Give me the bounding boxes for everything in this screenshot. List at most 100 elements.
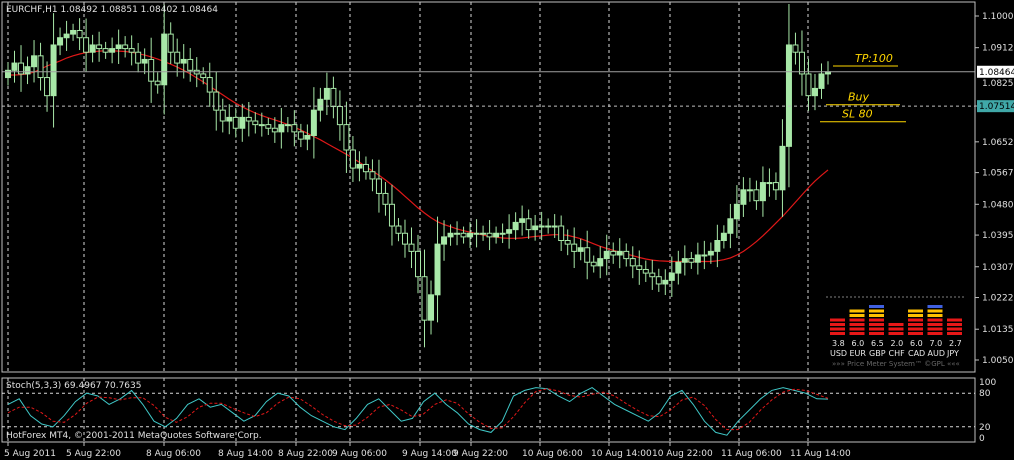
x-tick-label: 8 Aug 22:00 — [278, 449, 333, 459]
y-tick-label: 1.04800 — [982, 200, 1014, 210]
candle-body — [545, 225, 552, 228]
candle-body — [109, 48, 116, 53]
candle-body — [154, 80, 161, 86]
x-tick-label: 5 Aug 2011 — [4, 449, 56, 459]
price-meter-value: 7.0 — [930, 339, 943, 348]
y-tick-label: 1.10000 — [982, 12, 1014, 22]
candle-body — [759, 182, 766, 202]
x-tick-label: 9 Aug 14:00 — [402, 449, 457, 459]
stoch-y-tick-label: 100 — [979, 378, 996, 388]
candle-body — [512, 221, 519, 231]
candle-body — [362, 163, 369, 173]
symbol-info: EURCHF,H1 1.08492 1.08851 1.08402 1.0846… — [6, 5, 218, 15]
price-meter-bar — [908, 318, 923, 322]
candle-body — [701, 254, 708, 257]
price-meter-bar — [869, 332, 884, 335]
candle-body — [135, 51, 142, 64]
candle-body — [304, 134, 311, 140]
candle-body — [284, 124, 291, 127]
price-meter-value: 6.5 — [871, 339, 884, 348]
candle-body — [564, 240, 571, 245]
candle-body — [128, 48, 135, 53]
candle-body — [805, 73, 812, 97]
candle-body — [772, 182, 779, 191]
price-meter-currency: CAD — [908, 349, 925, 358]
candle-body — [629, 258, 636, 267]
candle-body — [818, 73, 825, 89]
price-meter-bar — [830, 327, 845, 331]
candle-body — [382, 192, 389, 205]
price-meter-bar — [830, 318, 845, 322]
price-meter-bar — [849, 314, 865, 317]
price-meter-currency: AUD — [928, 349, 946, 358]
stoch-title: Stoch(5,3,3) 69.4967 70.7635 — [6, 381, 141, 391]
candle-body — [499, 232, 506, 235]
candle-body — [792, 44, 799, 53]
candle-body — [480, 232, 487, 235]
candle-body — [590, 261, 597, 267]
price-meter-bar — [849, 327, 865, 331]
candle-body — [369, 171, 376, 180]
price-meter-bar — [869, 309, 884, 313]
price-meter-bar — [927, 327, 943, 331]
x-tick-label: 8 Aug 06:00 — [146, 449, 201, 459]
candle-body — [694, 254, 701, 263]
candle-body — [356, 163, 363, 169]
price-meter-bar — [947, 318, 962, 322]
stoch-y-tick-label: 20 — [979, 423, 991, 433]
candle-body — [649, 272, 656, 278]
candle-body — [18, 62, 25, 75]
candle-body — [486, 232, 493, 238]
candle-body — [343, 124, 350, 151]
price-meter-currency: CHF — [889, 349, 906, 358]
price-meter-bar — [849, 309, 865, 313]
candle-body — [336, 106, 343, 126]
candle-body — [473, 232, 480, 235]
candle-body — [415, 250, 421, 278]
candle-body — [603, 250, 610, 260]
price-meter-bar — [830, 323, 845, 326]
copyright-text: HotForex MT4, © 2001-2011 MetaQuotes Sof… — [6, 431, 262, 441]
x-tick-label: 9 Aug 22:00 — [453, 449, 508, 459]
price-meter-bar — [908, 309, 923, 313]
x-tick-label: 10 Aug 22:00 — [652, 449, 713, 459]
candle-body — [538, 225, 545, 228]
annotation-label: Buy — [848, 91, 870, 104]
price-meter-bar — [849, 332, 865, 335]
price-meter-bar — [927, 318, 943, 322]
price-meter-bar — [869, 327, 884, 331]
price-meter-value: 6.0 — [852, 339, 865, 348]
candle-body — [714, 240, 721, 252]
price-meter-value: 3.8 — [832, 339, 845, 348]
y-tick-label: 1.05675 — [982, 169, 1014, 179]
y-tick-label: 1.00500 — [982, 356, 1014, 366]
candle-body — [571, 243, 578, 252]
y-tick-label: 1.03950 — [982, 231, 1014, 241]
annotation-label: SL 80 — [842, 108, 873, 121]
candle-body — [245, 116, 252, 122]
candle-body — [330, 87, 337, 108]
x-tick-label: 11 Aug 06:00 — [721, 449, 782, 459]
candle-body — [597, 258, 604, 267]
price-meter-bar — [869, 305, 884, 308]
candle-body — [265, 124, 272, 129]
candle-body — [122, 44, 129, 50]
candle-body — [408, 243, 415, 252]
price-meter-bar — [869, 318, 884, 322]
candle-body — [161, 33, 168, 86]
x-tick-label: 8 Aug 14:00 — [218, 449, 273, 459]
candle-body — [401, 232, 408, 245]
price-meter-bar — [947, 323, 962, 326]
x-tick-label: 10 Aug 14:00 — [591, 449, 652, 459]
candle-body — [636, 265, 643, 270]
candle-body — [219, 109, 226, 122]
candle-body — [102, 48, 109, 53]
candle-body — [662, 279, 669, 285]
price-meter-bar — [888, 323, 904, 326]
price-meter-bar — [927, 305, 943, 308]
price-meter-bar — [869, 323, 884, 326]
hidden-tick-label: 1.08250 — [982, 79, 1014, 89]
candle-body — [37, 55, 44, 79]
candle-body — [57, 37, 64, 46]
y-tick-label: 1.02225 — [982, 294, 1014, 304]
